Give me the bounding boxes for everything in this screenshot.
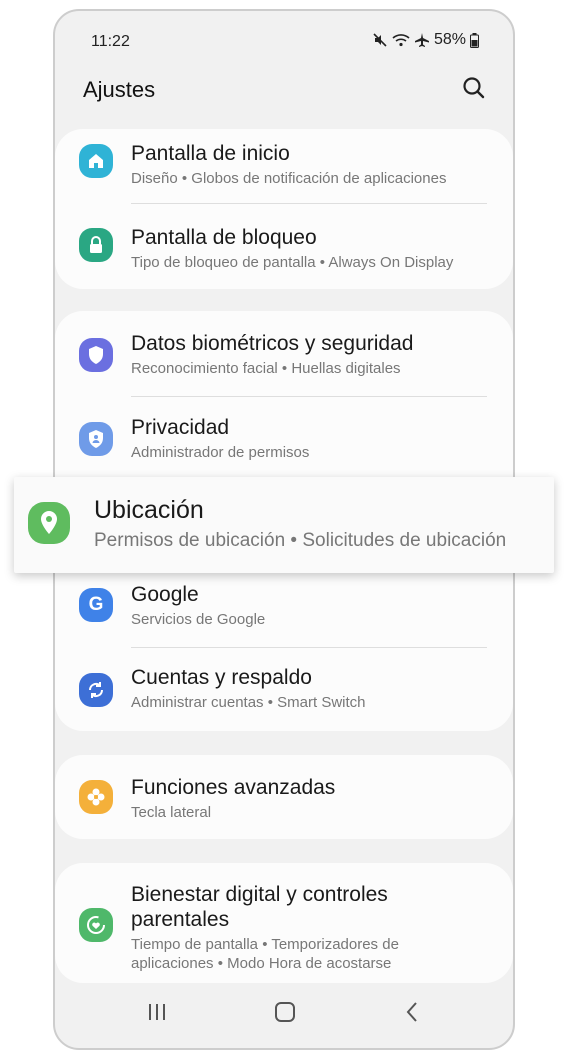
settings-item-bienestar-digital[interactable]: Bienestar digital y controles parentales… (55, 863, 513, 983)
settings-item-pantalla-bloqueo[interactable]: Pantalla de bloqueo Tipo de bloqueo de p… (55, 209, 513, 289)
item-subtitle: Tecla lateral (131, 804, 212, 821)
lock-icon (79, 228, 113, 262)
item-title: Google (131, 583, 199, 606)
status-bar: 11:22 58% (55, 11, 513, 71)
status-icons: 58% (372, 31, 479, 49)
item-subtitle: Administrador de permisos (131, 444, 310, 461)
page-title: Ajustes (83, 77, 156, 102)
search-icon (463, 77, 485, 99)
item-subtitle-line1: Tiempo de pantalla • Temporizadores de (131, 936, 399, 953)
recents-icon (149, 1004, 165, 1020)
home-icon (79, 144, 113, 178)
item-subtitle: Servicios de Google (131, 611, 266, 628)
item-title: Privacidad (131, 416, 230, 439)
search-button[interactable] (461, 75, 487, 101)
highlight-subtitle: Permisos de ubicación • Solicitudes de u… (94, 530, 507, 551)
item-subtitle-line2: aplicaciones • Modo Hora de acostarse (131, 955, 392, 972)
item-subtitle: Administrar cuentas • Smart Switch (131, 694, 366, 711)
battery-icon (470, 32, 479, 48)
back-icon (406, 1002, 417, 1022)
back-button[interactable] (401, 1000, 425, 1024)
settings-item-funciones-avanzadas[interactable]: Funciones avanzadas Tecla lateral (55, 755, 513, 839)
recents-button[interactable] (145, 1000, 169, 1024)
airplane-icon (414, 32, 430, 48)
item-title: Pantalla de bloqueo (131, 226, 317, 249)
sync-icon (79, 673, 113, 707)
privacy-shield-icon (79, 422, 113, 456)
home-nav-icon (275, 1002, 295, 1022)
settings-item-privacidad[interactable]: Privacidad Administrador de permisos (55, 397, 513, 481)
item-title: Pantalla de inicio (131, 142, 290, 165)
wellbeing-icon (79, 908, 113, 942)
battery-label: 58% (433, 31, 466, 48)
puzzle-icon (79, 780, 113, 814)
settings-item-google[interactable]: G Google Servicios de Google (55, 566, 513, 650)
wifi-icon (392, 32, 410, 48)
shield-icon (79, 338, 113, 372)
mute-icon (372, 32, 388, 48)
settings-item-biometricos[interactable]: Datos biométricos y seguridad Reconocimi… (55, 311, 513, 395)
item-subtitle: Reconocimiento facial • Huellas digitale… (131, 360, 401, 377)
item-title: Datos biométricos y seguridad (131, 332, 414, 355)
google-icon: G (79, 588, 113, 622)
home-nav-button[interactable] (273, 1000, 297, 1024)
settings-card-wellbeing: Bienestar digital y controles parentales… (55, 863, 513, 983)
navigation-bar (55, 978, 513, 1048)
item-subtitle: Diseño • Globos de notificación de aplic… (131, 170, 447, 187)
item-subtitle: Tipo de bloqueo de pantalla • Always On … (131, 254, 454, 271)
location-pin-icon (28, 502, 70, 544)
item-title: Funciones avanzadas (131, 776, 336, 799)
highlight-title: Ubicación (94, 496, 204, 524)
settings-card-advanced: Funciones avanzadas Tecla lateral (55, 755, 513, 839)
settings-item-cuentas[interactable]: Cuentas y respaldo Administrar cuentas •… (55, 648, 513, 731)
item-title: Cuentas y respaldo (131, 666, 312, 689)
item-title-line1: Bienestar digital y controles (131, 883, 388, 906)
item-title-line2: parentales (131, 908, 230, 931)
divider (131, 203, 487, 204)
settings-item-pantalla-inicio[interactable]: Pantalla de inicio Diseño • Globos de no… (55, 129, 513, 209)
settings-card-display: Pantalla de inicio Diseño • Globos de no… (55, 129, 513, 289)
status-time: 11:22 (91, 33, 130, 50)
settings-item-ubicacion-highlight[interactable]: Ubicación Permisos de ubicación • Solici… (14, 477, 554, 573)
